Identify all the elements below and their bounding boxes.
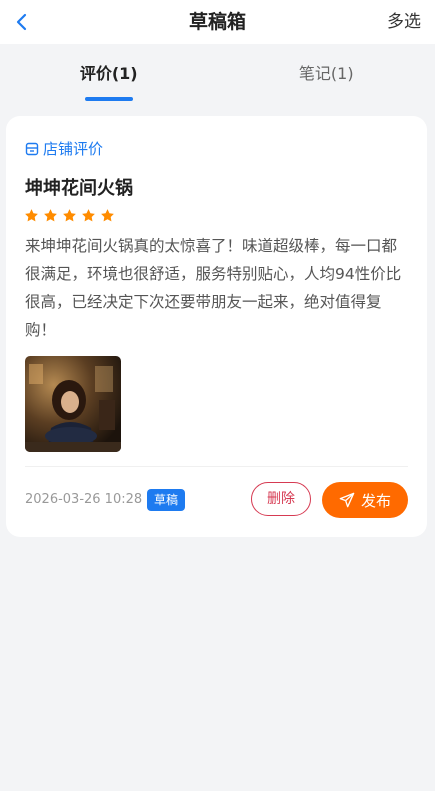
- publish-label: 发布: [360, 491, 391, 510]
- photo-thumbnail: [25, 356, 121, 452]
- review-text: 来坤坤花间火锅真的太惊喜了！味道超级棒，每一口都很满足，环境也很舒适，服务特别贴…: [25, 237, 402, 339]
- tab-notes-label: 笔记(1): [298, 64, 354, 83]
- tab-bar: 评价(1) 笔记(1): [0, 48, 435, 104]
- card-divider: [25, 466, 408, 467]
- top-bar: 草稿箱 多选: [0, 0, 435, 44]
- star-icon: [25, 209, 38, 222]
- page-title: 草稿箱: [188, 11, 246, 33]
- category-tag[interactable]: 店铺评价: [25, 138, 103, 159]
- send-icon: [339, 492, 355, 508]
- star-rating: [24, 208, 119, 223]
- review-photo[interactable]: [25, 356, 121, 452]
- store-icon: [25, 142, 39, 155]
- multi-select-button[interactable]: 多选: [387, 0, 421, 44]
- category-label: 店铺评价: [43, 140, 104, 158]
- delete-button[interactable]: 删除: [251, 482, 311, 516]
- draft-timestamp: 2026-03-26 10:28: [25, 492, 143, 507]
- star-icon: [63, 209, 76, 222]
- status-badge: 草稿: [147, 489, 186, 511]
- tab-reviews[interactable]: 评价(1): [0, 48, 218, 104]
- draft-card[interactable]: 店铺评价 坤坤花间火锅 来坤坤花间火锅真的太惊喜了！味道超级棒，每一口都很满足，…: [6, 116, 427, 537]
- star-icon: [44, 209, 57, 222]
- shop-name: 坤坤花间火锅: [25, 178, 133, 199]
- tab-notes[interactable]: 笔记(1): [218, 48, 435, 104]
- tab-reviews-label: 评价(1): [79, 64, 138, 83]
- star-icon: [101, 209, 114, 222]
- star-icon: [82, 209, 95, 222]
- active-tab-indicator: [84, 97, 133, 101]
- publish-button[interactable]: 发布: [322, 482, 408, 518]
